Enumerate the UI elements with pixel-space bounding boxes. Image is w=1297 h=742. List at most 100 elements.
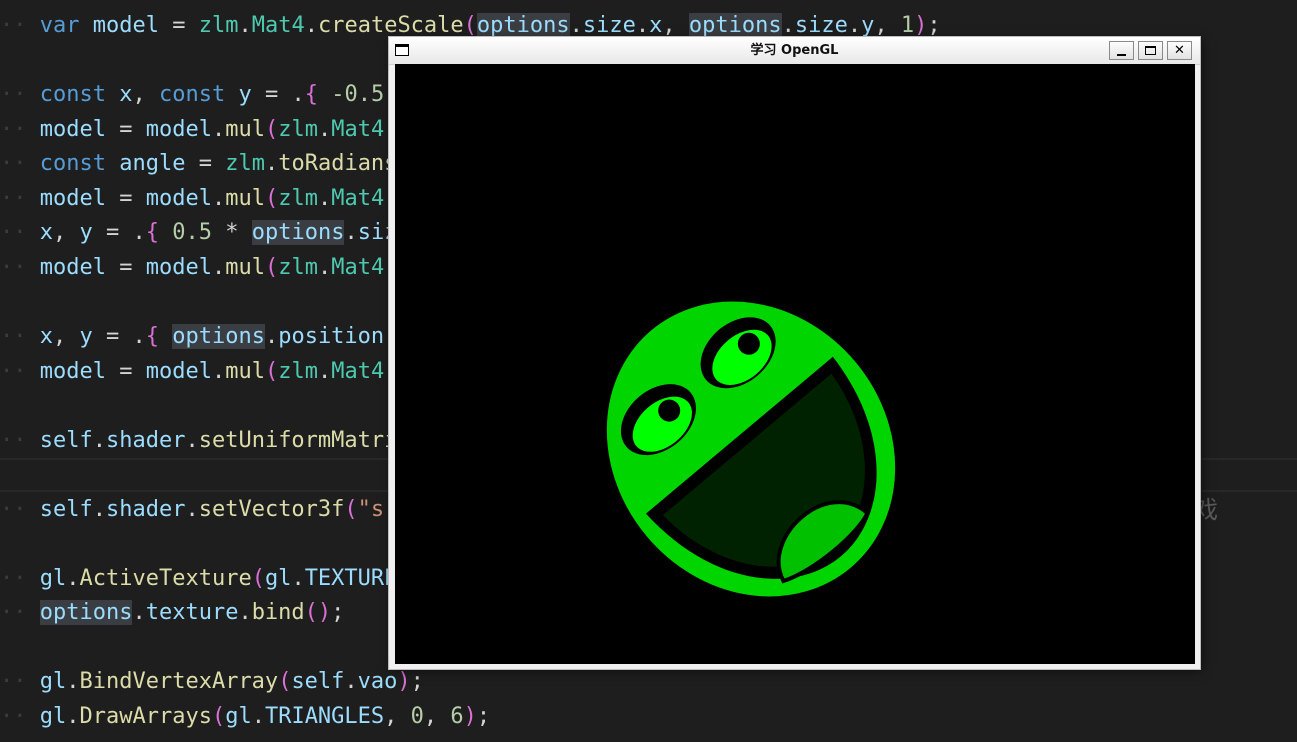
code-token: size	[794, 13, 848, 38]
awesome-face-icon	[602, 297, 900, 601]
code-token: .	[211, 359, 226, 384]
code-token: gl	[225, 704, 252, 729]
code-token: .	[317, 359, 332, 384]
code-token: .	[66, 566, 80, 591]
minimize-button[interactable]	[1109, 41, 1134, 60]
code-token: Mat4	[331, 117, 385, 142]
code-token: options	[476, 13, 570, 38]
code-token: position	[278, 324, 385, 349]
code-token: .	[317, 186, 332, 211]
code-token: self	[39, 428, 93, 453]
code-token: ,	[874, 13, 901, 38]
code-token: ,	[423, 704, 451, 729]
code-token: (	[264, 186, 279, 211]
code-token: mul	[225, 186, 265, 211]
code-token: {	[304, 82, 318, 107]
code-token: .	[92, 497, 106, 522]
code-token: .	[92, 428, 106, 453]
indent-guide: ··	[0, 704, 27, 729]
close-button[interactable]: ✕	[1167, 41, 1192, 60]
code-token: .	[344, 669, 358, 694]
code-token: mul	[225, 117, 265, 142]
code-token: model	[145, 359, 212, 384]
code-token: Mat4	[331, 186, 385, 211]
code-token: shader	[105, 428, 186, 453]
indent-guide: ··	[0, 13, 27, 38]
code-token: =	[185, 151, 226, 176]
code-token: self	[291, 669, 345, 694]
code-token: Mat4	[331, 359, 385, 384]
code-token: .	[635, 13, 650, 38]
code-token: zlm	[278, 117, 318, 142]
render-viewport[interactable]	[395, 64, 1195, 664]
code-token: BindVertexArray	[79, 669, 279, 694]
code-token: )	[914, 13, 928, 38]
indent-guide: ··	[0, 428, 27, 453]
code-token: y	[79, 220, 93, 245]
code-token: ;	[331, 600, 345, 625]
code-token: model	[39, 186, 106, 211]
indent-guide: ··	[0, 151, 27, 176]
code-token: .	[847, 13, 862, 38]
code-token: var	[39, 13, 80, 38]
code-token: = .	[251, 82, 305, 107]
window-titlebar[interactable]: 学习 OpenGL ✕	[389, 37, 1200, 65]
code-token: texture	[145, 600, 239, 625]
code-token: ,	[53, 324, 80, 349]
code-token: options	[251, 220, 345, 245]
code-token: TRIANGLES	[264, 704, 385, 729]
code-token: toRadians	[278, 151, 398, 176]
code-token: TEXTURE	[304, 566, 398, 591]
indent-guide: ··	[0, 669, 27, 694]
code-token: .	[185, 428, 199, 453]
code-token: zlm	[225, 151, 265, 176]
code-token: y	[79, 324, 93, 349]
code-token: gl	[39, 566, 67, 591]
maximize-button[interactable]	[1138, 41, 1163, 60]
code-token: ()	[304, 600, 332, 625]
code-token: {	[145, 324, 159, 349]
code-token: x	[119, 82, 133, 107]
code-token: (	[264, 255, 279, 280]
code-token: 1	[900, 13, 915, 38]
code-token: zlm	[278, 186, 318, 211]
code-token: ,	[662, 13, 689, 38]
code-token: (	[251, 566, 265, 591]
code-token: options	[39, 600, 133, 625]
code-token: setUniformMatrix	[198, 428, 411, 453]
code-token: -0.5	[331, 82, 385, 107]
code-token: .	[264, 324, 279, 349]
code-line[interactable]: ·· gl.BindVertexArray(self.vao);	[0, 665, 1297, 699]
code-token: 0.5	[172, 220, 212, 245]
code-token: ,	[384, 704, 411, 729]
code-token: ;	[476, 704, 491, 729]
code-token: (	[264, 359, 279, 384]
code-token: (	[463, 13, 477, 38]
code-token: zlm	[278, 255, 318, 280]
minimize-icon	[1117, 53, 1126, 56]
code-line[interactable]: ·· gl.DrawArrays(gl.TRIANGLES, 0, 6);	[0, 700, 1297, 734]
code-token: model	[92, 13, 159, 38]
code-token: x	[39, 324, 53, 349]
code-token: Mat4	[251, 13, 305, 38]
code-token: .	[569, 13, 583, 38]
code-token: ;	[410, 669, 424, 694]
code-token: gl	[264, 566, 292, 591]
code-token: zlm	[198, 13, 239, 38]
code-token: angle	[119, 151, 186, 176]
code-token: )	[397, 669, 411, 694]
code-token: .	[211, 255, 226, 280]
code-token: (	[278, 669, 292, 694]
code-token: ActiveTexture	[79, 566, 252, 591]
code-token: model	[145, 255, 212, 280]
code-token: createScale	[317, 13, 464, 38]
code-token: .	[211, 186, 226, 211]
indent-guide: ··	[0, 359, 27, 384]
code-token: .	[291, 566, 305, 591]
indent-guide: ··	[0, 255, 27, 280]
code-token: {	[145, 220, 159, 245]
code-token: shader	[105, 497, 186, 522]
